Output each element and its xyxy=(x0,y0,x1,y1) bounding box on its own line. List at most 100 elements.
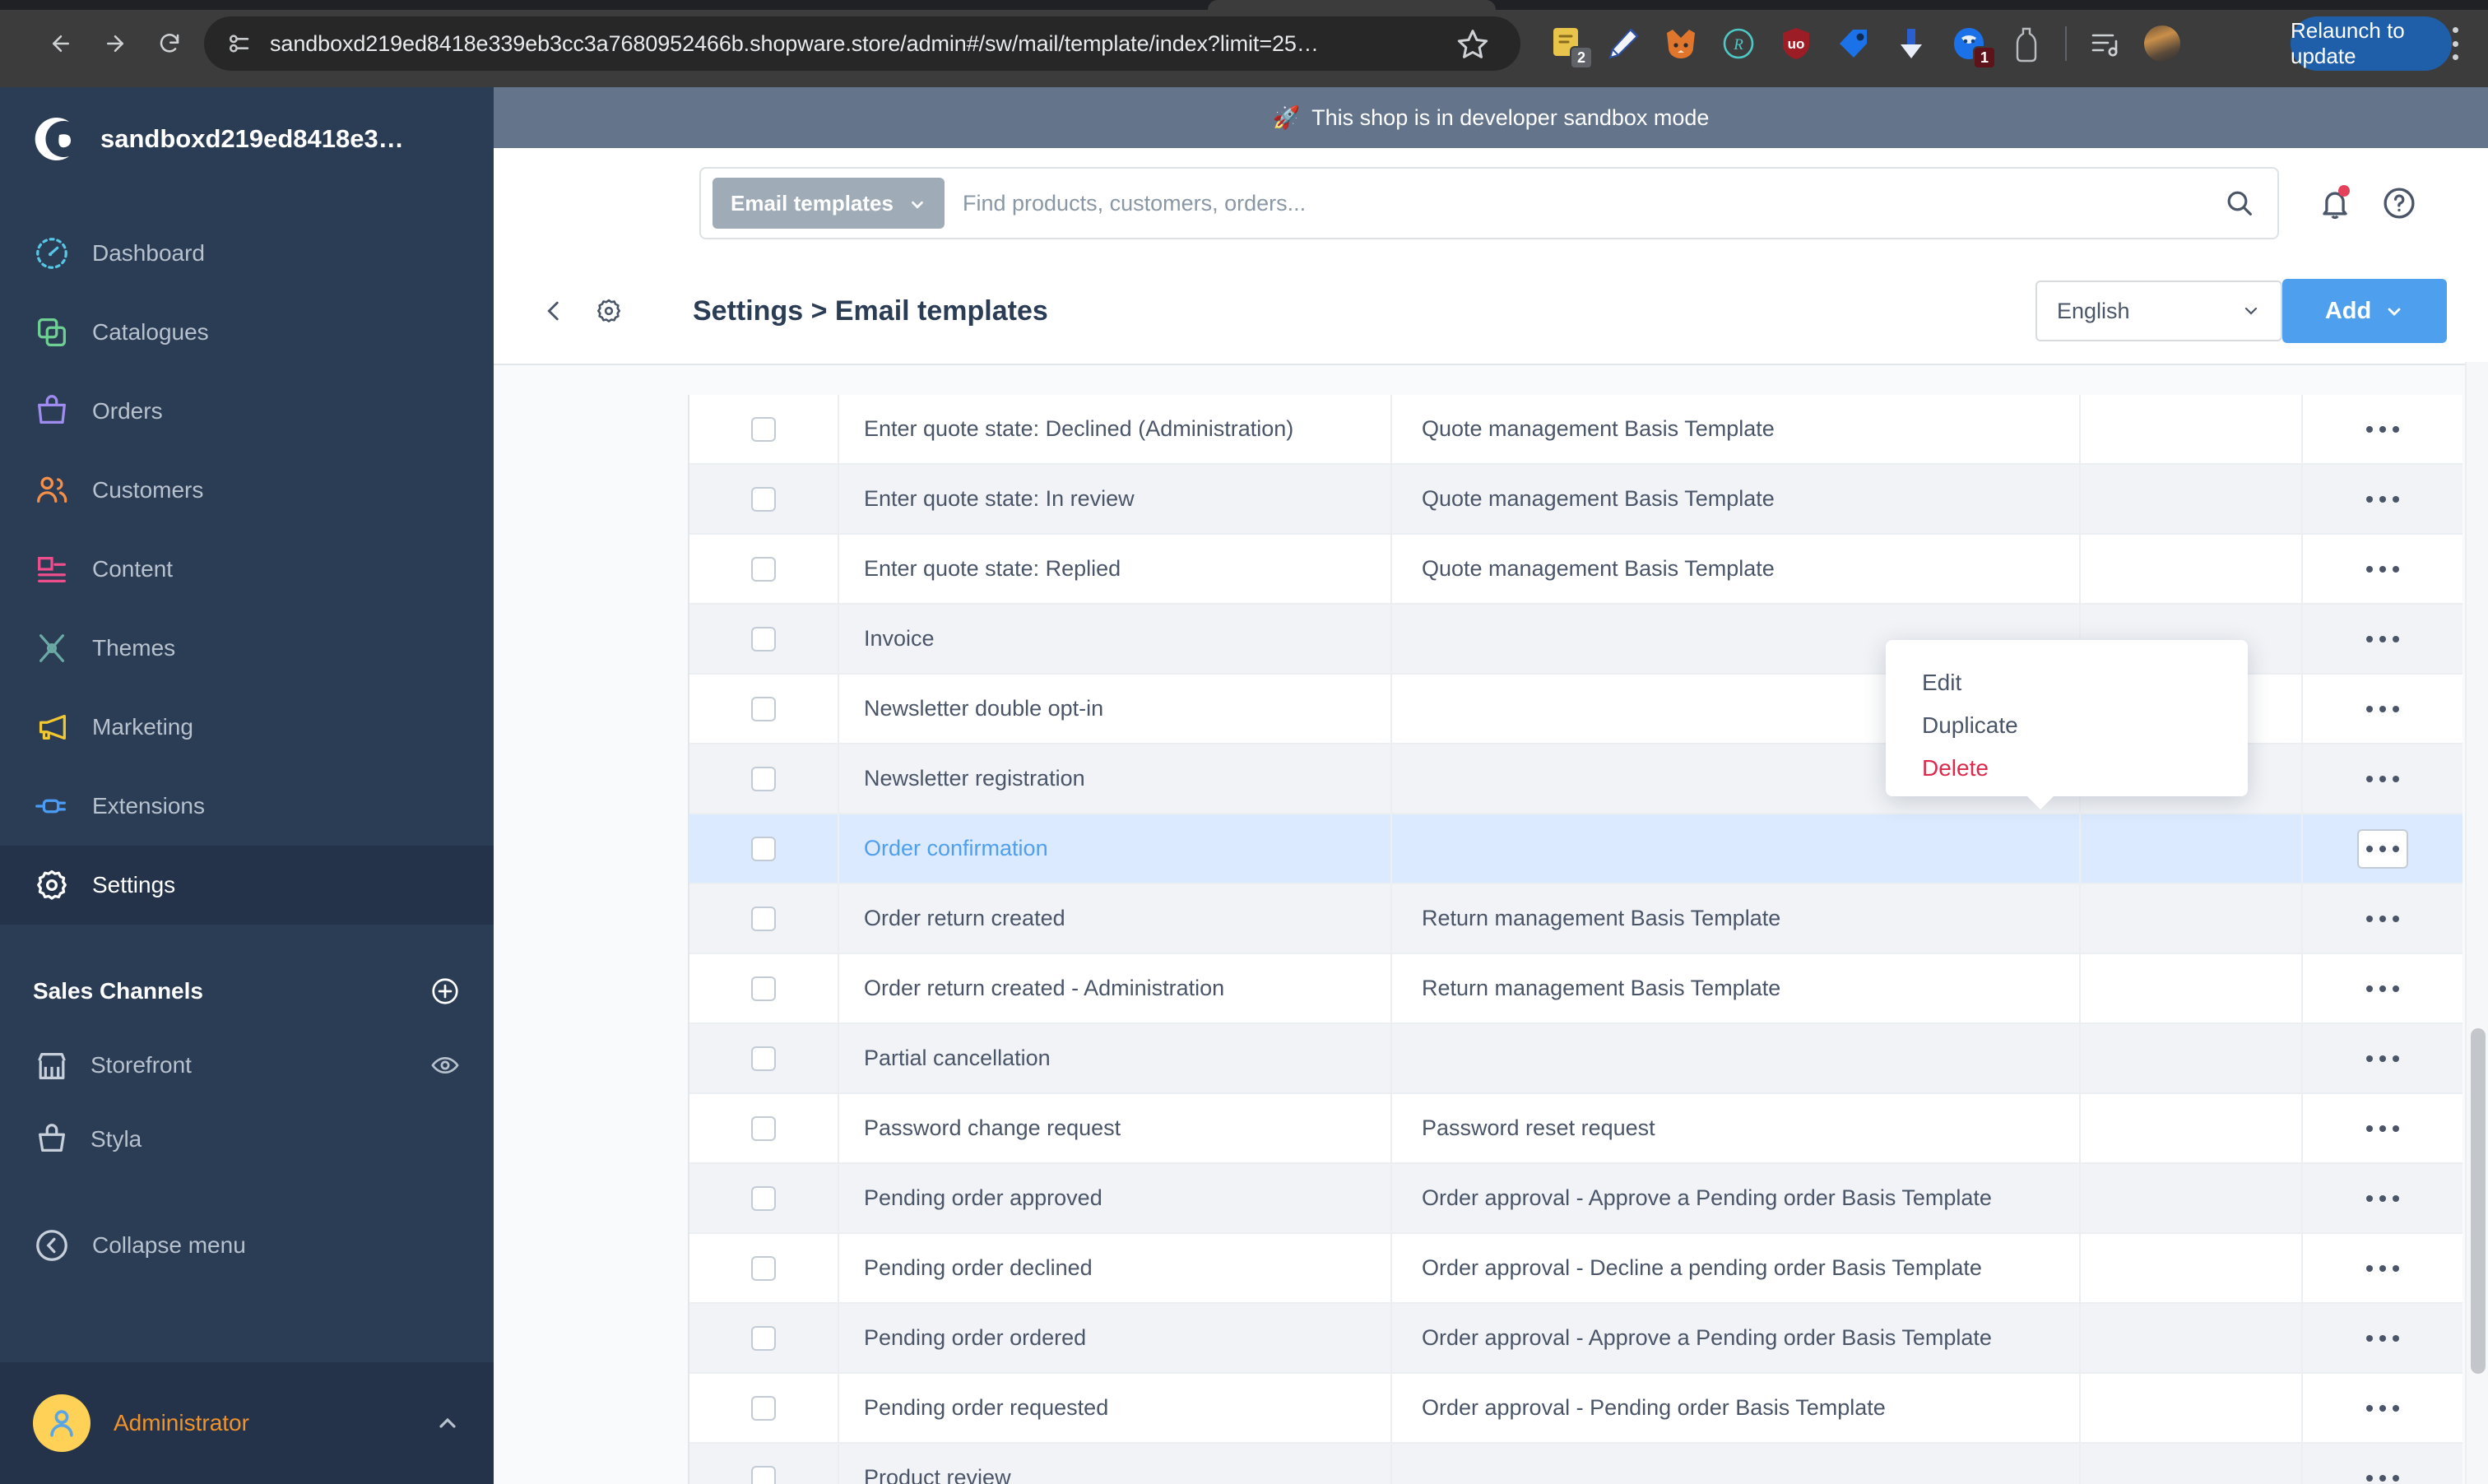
more-options-icon[interactable] xyxy=(2361,902,2404,936)
address-bar[interactable]: sandboxd219ed8418e339eb3cc3a7680952466b.… xyxy=(204,16,1520,71)
row-template-name[interactable]: Enter quote state: In review xyxy=(839,465,1392,533)
table-row[interactable]: Pending order declined Order approval - D… xyxy=(689,1234,2462,1304)
sidebar-item-catalogues[interactable]: Catalogues xyxy=(0,293,494,372)
relaunch-to-update-button[interactable]: Relaunch to update xyxy=(2291,16,2452,71)
context-menu-item-edit[interactable]: Edit xyxy=(1886,661,2248,704)
back-arrow-icon[interactable] xyxy=(38,21,84,67)
checkbox-unchecked[interactable] xyxy=(751,906,776,931)
reading-list-icon[interactable] xyxy=(2086,25,2124,63)
more-options-icon[interactable] xyxy=(2361,1251,2404,1286)
tag-extension-icon[interactable] xyxy=(1835,25,1873,63)
profile-avatar[interactable] xyxy=(2144,26,2180,62)
row-template-name[interactable]: Newsletter registration xyxy=(839,744,1392,813)
more-options-icon[interactable] xyxy=(2361,1461,2404,1484)
bookmark-star-icon[interactable] xyxy=(1456,27,1489,60)
row-template-name[interactable]: Product review xyxy=(839,1444,1392,1484)
table-row[interactable]: Enter quote state: In review Quote manage… xyxy=(689,465,2462,535)
gear-icon[interactable] xyxy=(594,296,624,326)
more-options-icon[interactable] xyxy=(2361,552,2404,587)
row-template-name[interactable]: Pending order approved xyxy=(839,1164,1392,1232)
more-options-icon[interactable] xyxy=(2361,972,2404,1006)
sidebar-item-marketing[interactable]: Marketing xyxy=(0,688,494,767)
search-icon[interactable] xyxy=(2223,187,2256,220)
sidebar-item-settings[interactable]: Settings xyxy=(0,846,494,925)
table-row[interactable]: Enter quote state: Declined (Administrat… xyxy=(689,395,2462,465)
checkbox-unchecked[interactable] xyxy=(751,1046,776,1071)
checkbox-unchecked[interactable] xyxy=(751,976,776,1001)
user-account-row[interactable]: Administrator xyxy=(0,1362,494,1484)
sidebar-item-content[interactable]: Content xyxy=(0,530,494,609)
sidebar-item-extensions[interactable]: Extensions xyxy=(0,767,494,846)
row-template-name[interactable]: Pending order requested xyxy=(839,1374,1392,1442)
site-settings-icon[interactable] xyxy=(225,30,253,58)
table-row[interactable]: Order confirmation xyxy=(689,814,2462,884)
bell-icon[interactable] xyxy=(2317,185,2353,221)
row-template-name[interactable]: Order return created xyxy=(839,884,1392,953)
row-template-name[interactable]: Order confirmation xyxy=(839,814,1392,883)
more-options-icon[interactable] xyxy=(2361,622,2404,656)
more-options-icon[interactable] xyxy=(2361,482,2404,517)
sidebar-item-themes[interactable]: Themes xyxy=(0,609,494,688)
search-input[interactable] xyxy=(962,190,2223,216)
help-circle-icon[interactable] xyxy=(2381,185,2417,221)
checkbox-unchecked[interactable] xyxy=(751,696,776,721)
table-row[interactable]: Pending order approved Order approval - A… xyxy=(689,1164,2462,1234)
chevron-up-icon[interactable] xyxy=(434,1410,461,1436)
checkbox-unchecked[interactable] xyxy=(751,1325,776,1351)
table-row[interactable]: Product review xyxy=(689,1444,2462,1484)
more-options-icon[interactable] xyxy=(2361,762,2404,796)
table-row[interactable]: Partial cancellation xyxy=(689,1024,2462,1094)
context-menu-item-delete[interactable]: Delete xyxy=(1886,747,2248,790)
checkbox-unchecked[interactable] xyxy=(751,1255,776,1281)
browser-tab-active[interactable] xyxy=(1208,0,1496,10)
checkbox-unchecked[interactable] xyxy=(751,1185,776,1211)
forward-arrow-icon[interactable] xyxy=(92,21,138,67)
row-template-name[interactable]: Pending order declined xyxy=(839,1234,1392,1302)
row-template-name[interactable]: Partial cancellation xyxy=(839,1024,1392,1092)
more-options-icon[interactable] xyxy=(2357,828,2408,869)
row-template-name[interactable]: Password change request xyxy=(839,1094,1392,1162)
context-menu-item-duplicate[interactable]: Duplicate xyxy=(1886,704,2248,747)
more-options-icon[interactable] xyxy=(2361,1181,2404,1216)
table-row[interactable]: Pending order requested Order approval - … xyxy=(689,1374,2462,1444)
language-select[interactable]: English xyxy=(2035,281,2282,341)
chevron-left-icon[interactable] xyxy=(540,297,568,325)
checkbox-unchecked[interactable] xyxy=(751,766,776,791)
bottle-extension-icon[interactable] xyxy=(2008,25,2045,63)
page-scrollbar[interactable] xyxy=(2465,362,2488,1484)
pen-extension-icon[interactable] xyxy=(1604,25,1642,63)
add-button[interactable]: Add xyxy=(2282,279,2447,343)
row-template-name[interactable]: Enter quote state: Replied xyxy=(839,535,1392,603)
more-options-icon[interactable] xyxy=(2361,1041,2404,1076)
checkbox-unchecked[interactable] xyxy=(751,1465,776,1484)
table-row[interactable]: Order return created - Administration Ret… xyxy=(689,954,2462,1024)
global-search-box[interactable]: Email templates xyxy=(699,167,2279,239)
browser-menu-icon[interactable] xyxy=(2437,23,2473,64)
more-options-icon[interactable] xyxy=(2361,1321,2404,1356)
reload-icon[interactable] xyxy=(146,21,193,67)
checkbox-unchecked[interactable] xyxy=(751,1395,776,1421)
checkbox-unchecked[interactable] xyxy=(751,1115,776,1141)
row-template-name[interactable]: Order return created - Administration xyxy=(839,954,1392,1023)
checkbox-unchecked[interactable] xyxy=(751,836,776,861)
row-template-name[interactable]: Enter quote state: Declined (Administrat… xyxy=(839,395,1392,463)
checkbox-unchecked[interactable] xyxy=(751,556,776,582)
sales-channel-storefront[interactable]: Storefront xyxy=(0,1028,494,1102)
row-template-name[interactable]: Newsletter double opt-in xyxy=(839,675,1392,743)
ublock-shield-extension-icon[interactable]: uo xyxy=(1777,25,1815,63)
row-template-name[interactable]: Pending order ordered xyxy=(839,1304,1392,1372)
table-row[interactable]: Order return created Return management Ba… xyxy=(689,884,2462,954)
sidebar-item-dashboard[interactable]: Dashboard xyxy=(0,214,494,293)
checkbox-unchecked[interactable] xyxy=(751,626,776,652)
r-circle-extension-icon[interactable]: R xyxy=(1720,25,1757,63)
table-row[interactable]: Pending order ordered Order approval - Ap… xyxy=(689,1304,2462,1374)
sidebar-brand[interactable]: sandboxd219ed8418e3… xyxy=(0,87,494,191)
checkbox-unchecked[interactable] xyxy=(751,486,776,512)
sidebar-item-orders[interactable]: Orders xyxy=(0,372,494,451)
more-options-icon[interactable] xyxy=(2361,412,2404,447)
notes-extension-icon[interactable]: 2 xyxy=(1547,25,1593,69)
grammar-extension-icon[interactable]: 1 xyxy=(1950,25,1996,69)
collapse-menu-button[interactable]: Collapse menu xyxy=(0,1206,494,1285)
more-options-icon[interactable] xyxy=(2361,1111,2404,1146)
search-scope-selector[interactable]: Email templates xyxy=(713,178,945,229)
